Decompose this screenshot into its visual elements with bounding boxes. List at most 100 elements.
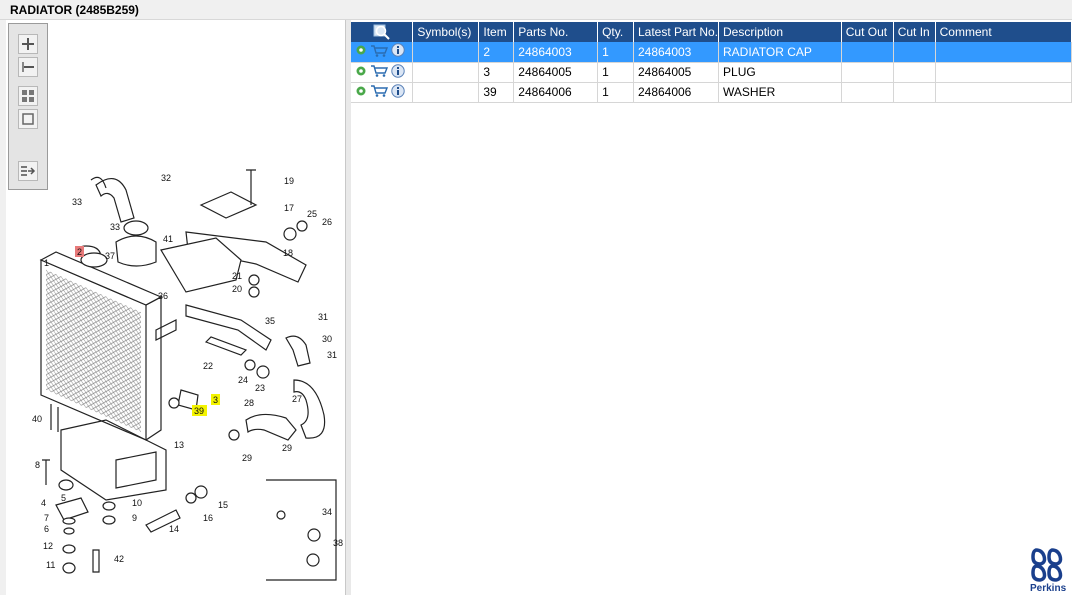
part-no-cell: 24864003 <box>513 42 599 63</box>
row-actions-cell <box>351 82 414 103</box>
latest-part-no-cell: 24864006 <box>633 82 720 103</box>
callout-label[interactable]: 34 <box>322 507 332 517</box>
gear-icon <box>356 86 366 95</box>
callout-label[interactable]: 2 <box>77 247 82 257</box>
callout-label[interactable]: 23 <box>255 383 265 393</box>
cut-out-cell <box>841 82 894 103</box>
column-header-latest-part-no[interactable]: Latest Part No. <box>633 22 720 42</box>
options-button[interactable] <box>355 85 367 100</box>
column-header-actions[interactable] <box>351 22 414 42</box>
qty-cell: 1 <box>597 42 634 63</box>
column-header-description[interactable]: Description <box>718 22 842 42</box>
callout-label[interactable]: 6 <box>44 524 49 534</box>
callout-label[interactable]: 7 <box>44 513 49 523</box>
description-cell: PLUG <box>718 62 842 83</box>
table-row[interactable]: 39 24864006 1 24864006 WASHER <box>351 82 1072 103</box>
callout-label[interactable]: 40 <box>32 414 42 424</box>
callout-label[interactable]: 1 <box>44 258 49 268</box>
callout-label[interactable]: 18 <box>283 248 293 258</box>
cut-in-cell <box>893 62 936 83</box>
callout-label[interactable]: 16 <box>203 513 213 523</box>
callout-label[interactable]: 29 <box>242 453 252 463</box>
item-cell: 2 <box>478 42 515 63</box>
info-button[interactable] <box>391 63 405 81</box>
callout-label[interactable]: 42 <box>114 554 124 564</box>
callout-label[interactable]: 9 <box>132 513 137 523</box>
callout-label[interactable]: 31 <box>327 350 337 360</box>
cut-out-cell <box>841 62 894 83</box>
callout-label[interactable]: 5 <box>61 493 66 503</box>
column-header-qty[interactable]: Qty. <box>597 22 634 42</box>
exploded-parts-diagram[interactable]: 32 1933172533 26412 37 18121203635 3130223124… <box>6 20 346 595</box>
callout-label[interactable]: 13 <box>174 440 184 450</box>
callout-label[interactable]: 20 <box>232 284 242 294</box>
callout-label[interactable]: 8 <box>35 460 40 470</box>
info-icon <box>391 63 405 78</box>
callout-label[interactable]: 29 <box>282 443 292 453</box>
column-header-item[interactable]: Item <box>478 22 515 42</box>
callout-label[interactable]: 37 <box>105 251 115 261</box>
column-header-cut-out[interactable]: Cut Out <box>841 22 894 42</box>
callout-label[interactable]: 21 <box>232 271 242 281</box>
comment-cell <box>935 62 1072 83</box>
callout-label[interactable]: 11 <box>46 560 55 570</box>
add-to-cart-button[interactable] <box>370 44 389 60</box>
callout-label[interactable]: 15 <box>218 500 228 510</box>
window-title-bar: RADIATOR (2485B259) <box>0 0 1072 20</box>
options-button[interactable] <box>355 65 367 80</box>
row-actions-cell <box>351 62 414 83</box>
cart-icon <box>371 45 389 57</box>
column-header-parts-no[interactable]: Parts No. <box>513 22 599 42</box>
callout-label[interactable]: 36 <box>158 291 168 301</box>
callout-label[interactable]: 28 <box>244 398 254 408</box>
row-actions-cell <box>351 42 414 63</box>
part-no-cell: 24864005 <box>513 62 599 83</box>
description-cell: RADIATOR CAP <box>718 42 842 63</box>
add-to-cart-button[interactable] <box>370 84 389 100</box>
callout-label[interactable]: 4 <box>41 498 46 508</box>
radiator-drawing <box>39 245 177 501</box>
callout-label[interactable]: 33 <box>72 197 82 207</box>
callout-label[interactable]: 12 <box>43 541 53 551</box>
cart-icon <box>371 65 389 77</box>
comment-cell <box>935 42 1072 63</box>
callout-label[interactable]: 27 <box>292 394 302 404</box>
callout-label[interactable]: 35 <box>265 316 275 326</box>
callout-label[interactable]: 26 <box>322 217 332 227</box>
symbols-cell <box>412 62 480 83</box>
column-header-symbols[interactable]: Symbol(s) <box>412 22 480 42</box>
comment-cell <box>935 82 1072 103</box>
callout-label[interactable]: 19 <box>284 176 294 186</box>
callout-label[interactable]: 14 <box>169 524 179 534</box>
description-cell: WASHER <box>718 82 842 103</box>
info-button[interactable] <box>391 43 405 60</box>
search-icon <box>373 24 390 40</box>
table-row[interactable]: 2 24864003 1 24864003 RADIATOR CAP <box>351 42 1072 63</box>
callout-label[interactable]: 31 <box>318 312 328 322</box>
options-button[interactable] <box>355 44 367 59</box>
cut-out-cell <box>841 42 894 63</box>
callout-label[interactable]: 25 <box>307 209 317 219</box>
callout-label[interactable]: 3 <box>213 395 218 405</box>
qty-cell: 1 <box>597 82 634 103</box>
column-header-cut-in[interactable]: Cut In <box>893 22 936 42</box>
callout-label[interactable]: 17 <box>284 203 294 213</box>
callout-label[interactable]: 32 <box>161 173 171 183</box>
callout-label[interactable]: 41 <box>163 234 173 244</box>
diagram-panel[interactable]: 32 19 33 17 25 33 26 41 2 37 18 1 21 20 36 35 31 30 22 31 24… <box>6 20 346 595</box>
callout-label[interactable]: 24 <box>238 375 248 385</box>
callout-label[interactable]: 33 <box>110 222 120 232</box>
parts-table: Symbol(s) Item Parts No. Qty. Latest Par… <box>351 22 1072 103</box>
table-header-row: Symbol(s) Item Parts No. Qty. Latest Par… <box>351 22 1072 42</box>
callout-label[interactable]: 22 <box>203 361 213 371</box>
add-to-cart-button[interactable] <box>370 64 389 80</box>
callout-label[interactable]: 39 <box>194 406 204 416</box>
cut-in-cell <box>893 82 936 103</box>
part-no-cell: 24864006 <box>513 82 599 103</box>
table-row[interactable]: 3 24864005 1 24864005 PLUG <box>351 62 1072 83</box>
info-button[interactable] <box>391 83 405 101</box>
callout-label[interactable]: 10 <box>132 498 142 508</box>
callout-label[interactable]: 38 <box>333 538 343 548</box>
column-header-comment[interactable]: Comment <box>935 22 1072 42</box>
callout-label[interactable]: 30 <box>322 334 332 344</box>
